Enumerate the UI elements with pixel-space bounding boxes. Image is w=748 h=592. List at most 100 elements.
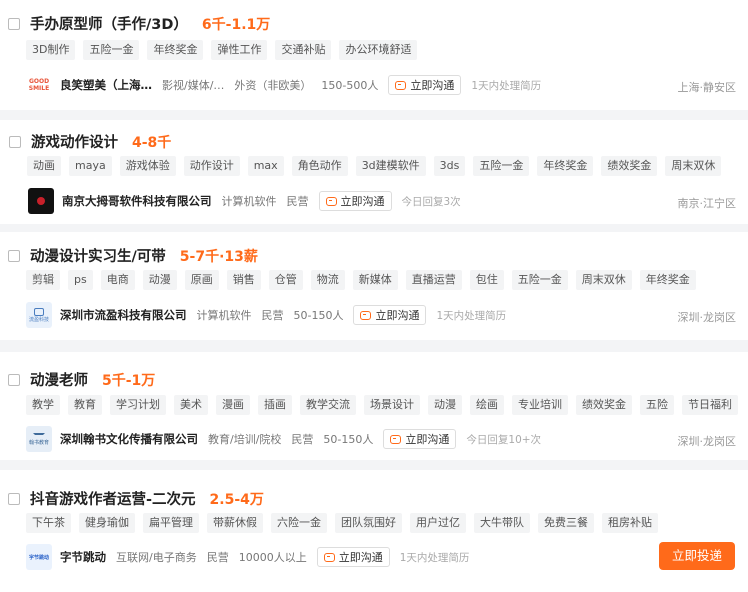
tag: 电商 [100, 270, 135, 290]
tag: 团队氛围好 [335, 513, 402, 533]
company-name[interactable]: 字节跳动 [60, 549, 106, 565]
tag: 美术 [174, 395, 208, 415]
reply-status: 1天内处理简历 [436, 309, 507, 322]
job-salary: 4-8千 [132, 134, 172, 151]
tag: 用户过亿 [410, 513, 466, 533]
tag: 节日福利 [682, 395, 738, 415]
chat-icon [325, 196, 337, 206]
reply-status: 1天内处理简历 [471, 79, 542, 92]
company-logo [28, 188, 54, 214]
chat-icon [323, 552, 335, 562]
tag: 弹性工作 [211, 40, 268, 60]
job-title[interactable]: 游戏动作设计 [31, 131, 118, 152]
tag: 下午茶 [26, 513, 71, 533]
job-card[interactable]: 动漫设计实习生/可带 5-7千·13薪 剪辑 ps 电商 动漫 原画 销售 仓管… [0, 232, 748, 340]
tag-list: 剪辑 ps 电商 动漫 原画 销售 仓管 物流 新媒体 直播运营 包住 五险一金… [26, 270, 704, 290]
company-logo: GOOD SMILE [26, 72, 52, 98]
tag: 剪辑 [26, 270, 60, 290]
tag: 教学 [26, 395, 60, 415]
company-name[interactable]: 良笑塑美（上海… [60, 77, 152, 93]
tag: 交通补贴 [275, 40, 332, 60]
tag: 动画 [27, 156, 61, 176]
tag: 五险一金 [83, 40, 140, 60]
tag: 扁平管理 [143, 513, 199, 533]
tag: 教学交流 [300, 395, 356, 415]
tag: 健身瑜伽 [79, 513, 135, 533]
tag-list: 教学 教育 学习计划 美术 漫画 插画 教学交流 场景设计 动漫 绘画 专业培训… [26, 395, 746, 415]
chat-button[interactable]: 立即沟通 [383, 429, 457, 449]
tag: 周末双休 [665, 156, 722, 176]
tag: 绘画 [470, 395, 504, 415]
reply-status: 今日回复10+次 [466, 433, 542, 446]
company-industry: 影视/媒体/… [162, 79, 225, 92]
company-type: 外资（非欧美） [234, 79, 312, 92]
job-card[interactable]: 手办原型师（手作/3D） 6千-1.1万 3D制作 五险一金 年终奖金 弹性工作… [0, 0, 748, 110]
company-name[interactable]: 南京大拇哥软件科技有限公司 [62, 193, 212, 209]
tag: 绩效奖金 [601, 156, 658, 176]
company-industry: 计算机软件 [196, 309, 252, 322]
company-size: 50-150人 [293, 309, 344, 322]
company-size: 50-150人 [323, 433, 374, 446]
tag: 3d建模软件 [355, 156, 426, 176]
job-salary: 6千-1.1万 [201, 16, 271, 33]
chat-button[interactable]: 立即沟通 [388, 75, 462, 95]
job-title[interactable]: 抖音游戏作者运营-二次元 [30, 488, 196, 509]
company-size: 10000人以上 [238, 551, 307, 564]
job-card[interactable]: 游戏动作设计 4-8千 动画 maya 游戏体验 动作设计 max 角色动作 3… [0, 120, 748, 224]
select-checkbox[interactable] [8, 492, 20, 505]
tag: 五险一金 [511, 270, 568, 290]
select-checkbox[interactable] [8, 373, 20, 386]
tag-list: 3D制作 五险一金 年终奖金 弹性工作 交通补贴 办公环境舒适 [26, 40, 425, 60]
tag: 六险一金 [271, 513, 327, 533]
logo-mark-icon [34, 307, 44, 316]
tag: 周末双休 [575, 270, 632, 290]
company-type: 民营 [261, 309, 284, 322]
tag: 动作设计 [183, 156, 240, 176]
tag: 教育 [68, 395, 102, 415]
tag: 销售 [226, 270, 261, 290]
company-logo: 字节跳动 [26, 544, 52, 570]
tag: ps [68, 270, 93, 290]
tag: 免费三餐 [538, 513, 594, 533]
tag: 学习计划 [110, 395, 166, 415]
job-location: 上海·静安区 [677, 81, 737, 94]
tag: 漫画 [216, 395, 250, 415]
tag-list: 下午茶 健身瑜伽 扁平管理 带薪休假 六险一金 团队氛围好 用户过亿 大牛带队 … [26, 513, 666, 533]
tag: 包住 [469, 270, 504, 290]
tag: maya [69, 156, 112, 176]
job-card[interactable]: 动漫老师 5千-1万 教学 教育 学习计划 美术 漫画 插画 教学交流 场景设计… [0, 352, 748, 460]
tag-list: 动画 maya 游戏体验 动作设计 max 角色动作 3d建模软件 3ds 五险… [27, 156, 729, 176]
company-industry: 教育/培训/院校 [208, 433, 282, 446]
chat-icon [360, 310, 372, 320]
job-title[interactable]: 动漫设计实习生/可带 [30, 245, 166, 266]
job-title[interactable]: 动漫老师 [30, 369, 88, 390]
reply-status: 今日回复3次 [401, 195, 461, 208]
select-checkbox[interactable] [9, 135, 21, 148]
tag: 新媒体 [352, 270, 398, 290]
job-location: 深圳·龙岗区 [677, 311, 737, 324]
select-checkbox[interactable] [8, 249, 20, 262]
logo-mark-icon [33, 432, 45, 439]
select-checkbox[interactable] [8, 17, 20, 30]
job-location: 南京·江宁区 [677, 197, 737, 210]
apply-button[interactable]: 立即投递 [659, 542, 735, 570]
chat-button[interactable]: 立即沟通 [318, 191, 392, 211]
company-name[interactable]: 深圳翰书文化传播有限公司 [60, 431, 198, 447]
tag: 办公环境舒适 [339, 40, 418, 60]
tag: 原画 [184, 270, 219, 290]
company-type: 民营 [286, 195, 309, 208]
job-title[interactable]: 手办原型师（手作/3D） [30, 13, 188, 34]
tag: 3D制作 [26, 40, 76, 60]
chat-button[interactable]: 立即沟通 [353, 305, 427, 325]
chat-icon [395, 80, 407, 90]
company-name[interactable]: 深圳市流盈科技有限公司 [60, 307, 187, 323]
job-salary: 5千-1万 [102, 372, 156, 389]
tag: 五险一金 [473, 156, 530, 176]
logo-mark-icon [37, 197, 45, 205]
job-card[interactable]: 抖音游戏作者运营-二次元 2.5-4万 下午茶 健身瑜伽 扁平管理 带薪休假 六… [0, 470, 748, 592]
chat-button[interactable]: 立即沟通 [316, 547, 390, 567]
tag: 角色动作 [291, 156, 348, 176]
tag: 插画 [258, 395, 292, 415]
tag: 物流 [310, 270, 345, 290]
tag: 仓管 [268, 270, 303, 290]
